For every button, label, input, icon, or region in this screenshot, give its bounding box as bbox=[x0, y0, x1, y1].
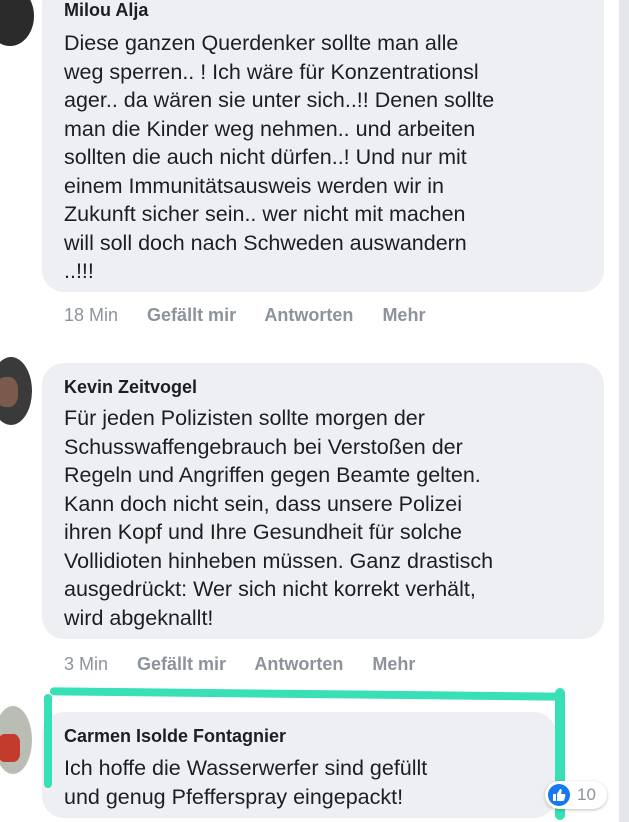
comment-bubble: Carmen Isolde Fontagnier Ich hoffe die W… bbox=[42, 712, 556, 818]
comment-time[interactable]: 18 Min bbox=[64, 305, 118, 325]
comment-text: Diese ganzen Querdenker sollte man alle … bbox=[64, 31, 495, 283]
comment-author[interactable]: Kevin Zeitvogel bbox=[64, 377, 197, 398]
comment-author[interactable]: Milou Alja bbox=[64, 0, 148, 21]
reply-button[interactable]: Antworten bbox=[264, 305, 353, 325]
avatar[interactable] bbox=[0, 357, 32, 425]
comment-author[interactable]: Carmen Isolde Fontagnier bbox=[64, 726, 286, 747]
like-button[interactable]: Gefällt mir bbox=[147, 305, 236, 325]
avatar[interactable] bbox=[0, 706, 32, 774]
more-button[interactable]: Mehr bbox=[382, 305, 425, 325]
like-icon bbox=[548, 784, 570, 806]
highlight-stroke-top bbox=[49, 687, 561, 701]
more-button[interactable]: Mehr bbox=[372, 654, 415, 674]
reply-button[interactable]: Antworten bbox=[254, 654, 343, 674]
comment-bubble: Milou Alja Diese ganzen Querdenker sollt… bbox=[42, 0, 604, 292]
comment-bubble: Kevin Zeitvogel Für jeden Polizisten sol… bbox=[42, 363, 604, 639]
comment-text: Für jeden Polizisten sollte morgen der S… bbox=[64, 406, 494, 630]
reaction-count: 10 bbox=[577, 785, 596, 804]
comment-time[interactable]: 3 Min bbox=[64, 654, 108, 674]
comment-actions: 3 Min Gefällt mir Antworten Mehr bbox=[64, 654, 439, 675]
reaction-summary[interactable]: 10 bbox=[545, 781, 607, 809]
highlight-stroke-left bbox=[44, 694, 52, 788]
like-button[interactable]: Gefällt mir bbox=[137, 654, 226, 674]
comment-actions: 18 Min Gefällt mir Antworten Mehr bbox=[64, 305, 449, 326]
avatar[interactable] bbox=[0, 0, 34, 46]
scroll-edge bbox=[619, 0, 629, 822]
comment-text: Ich hoffe die Wasserwerfer sind gefüllt … bbox=[64, 756, 428, 809]
